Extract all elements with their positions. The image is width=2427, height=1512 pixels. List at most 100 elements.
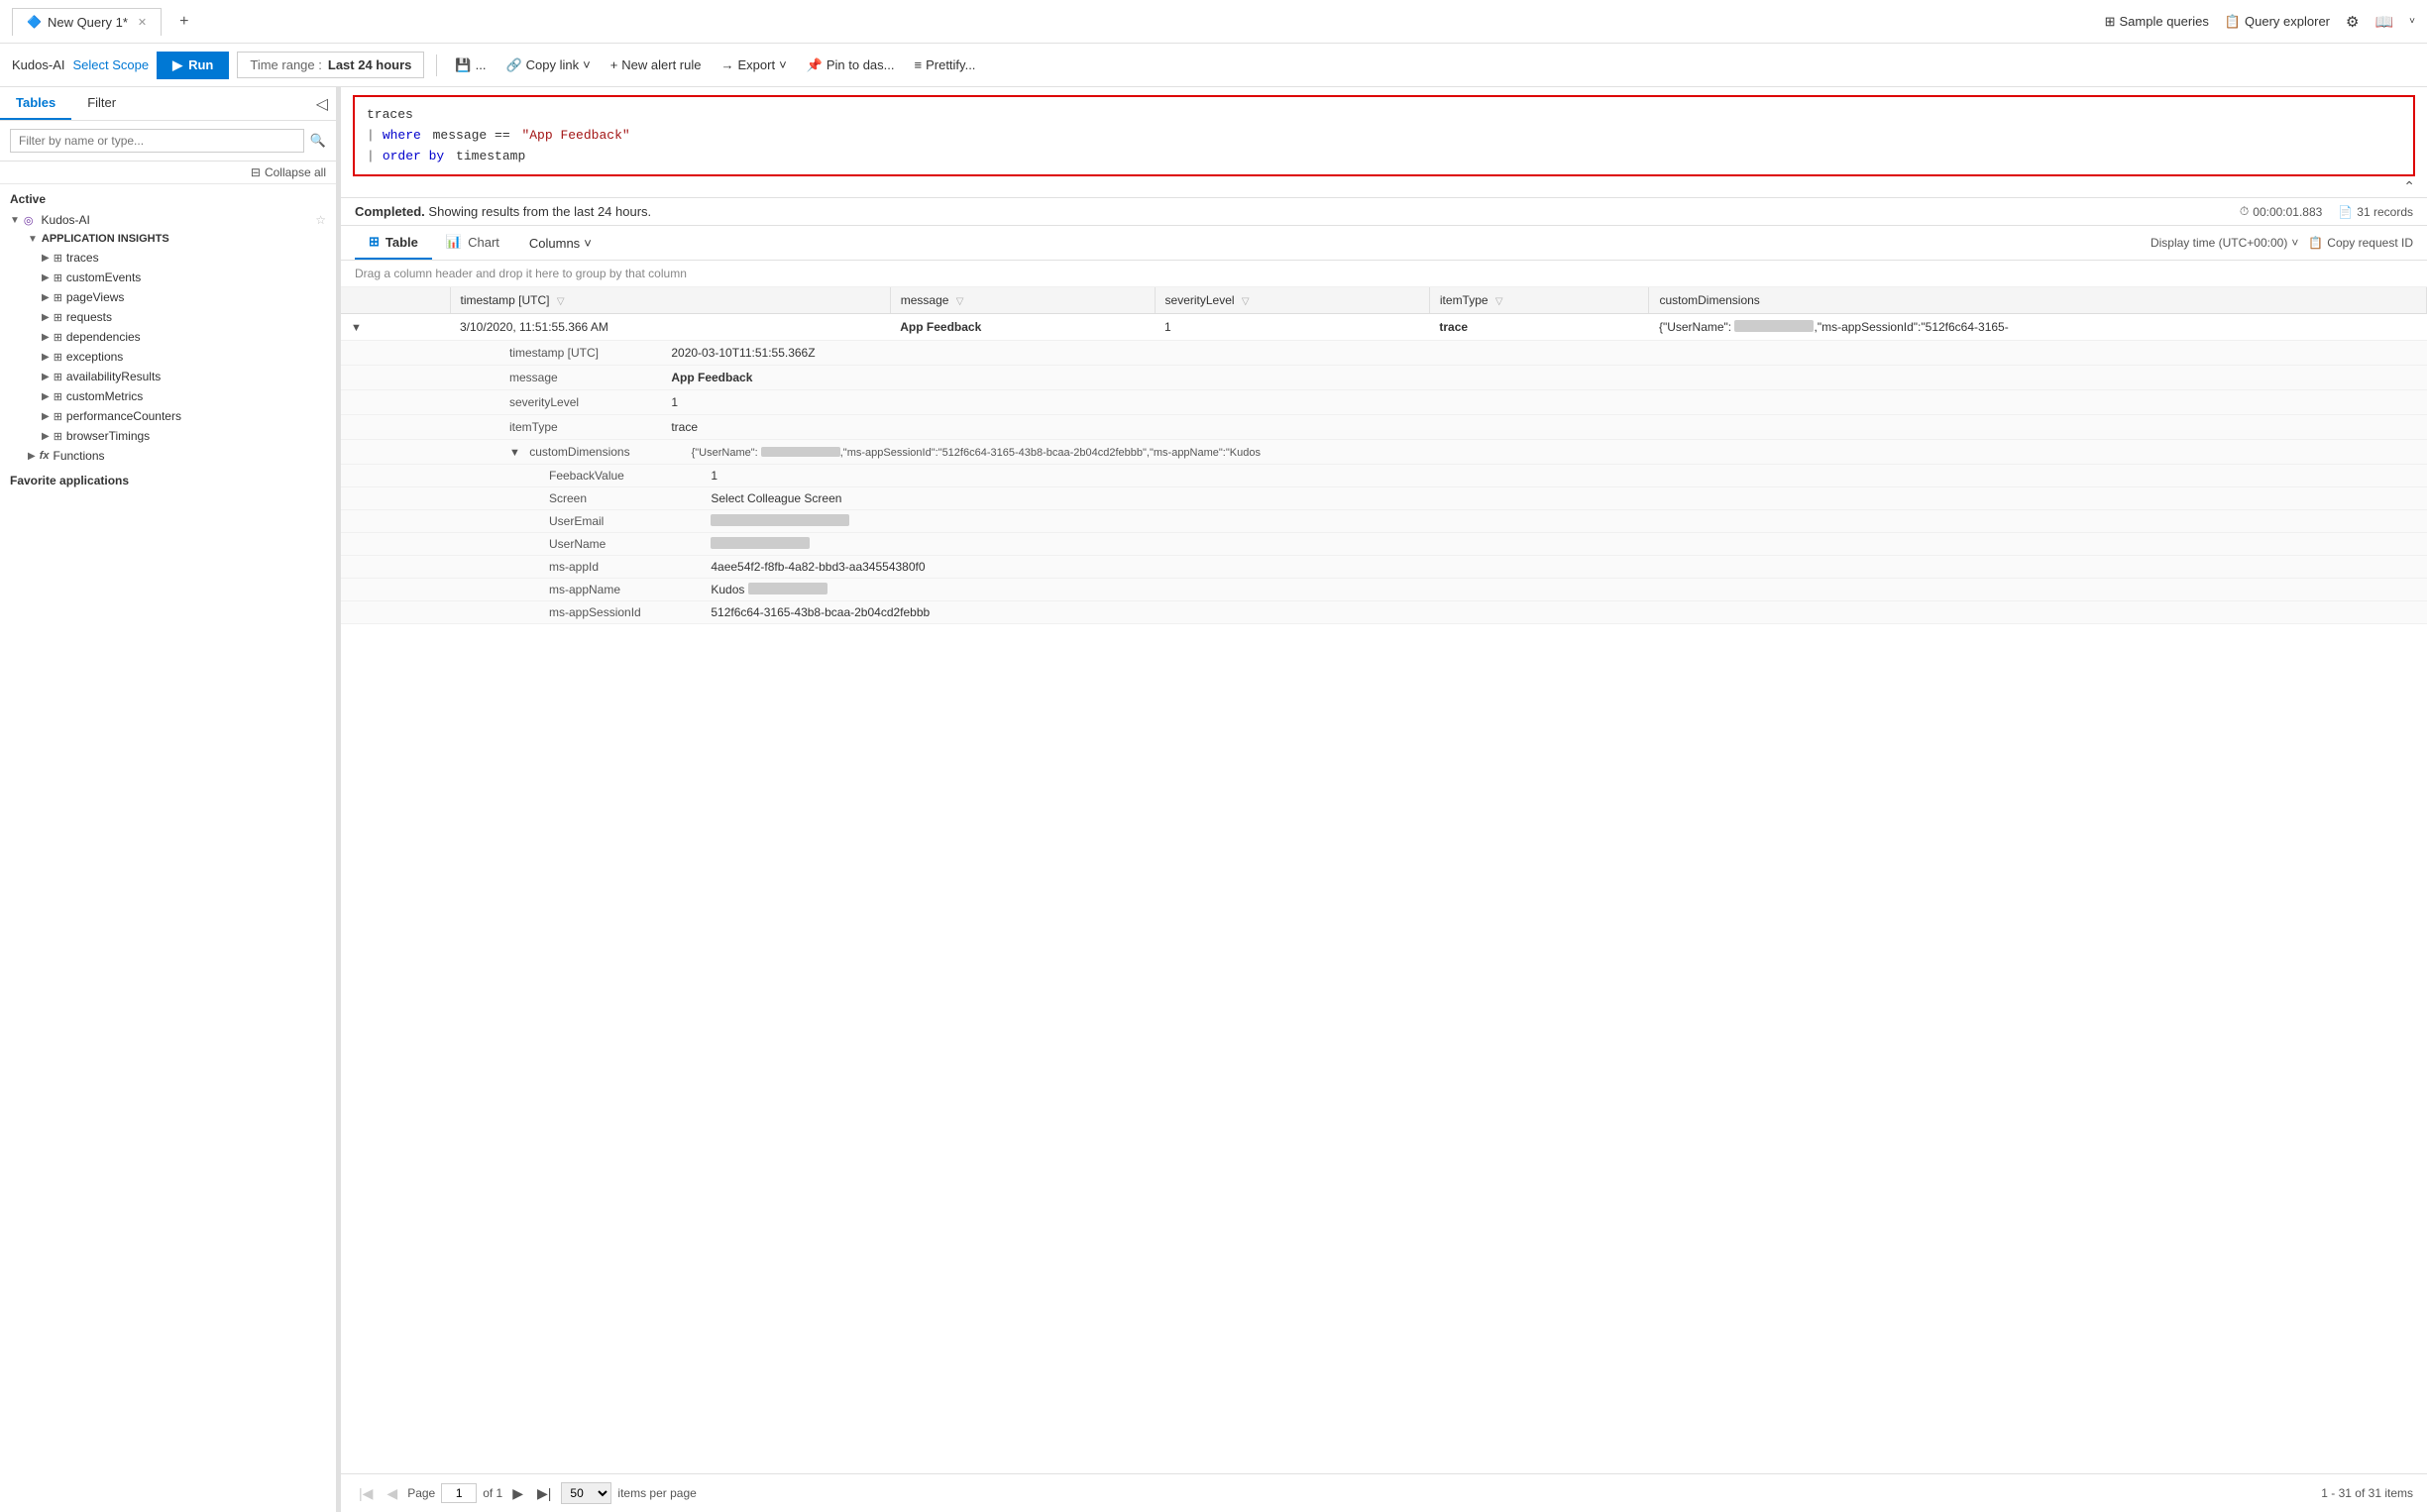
items-per-page-select[interactable]: 50 100 200 — [561, 1482, 611, 1504]
settings-button[interactable]: ⚙ — [2346, 13, 2359, 31]
more-options-button[interactable]: ˅ — [2409, 16, 2415, 27]
tab-table[interactable]: ⊞ Table — [355, 226, 432, 260]
top-bar: 🔷 New Query 1* ✕ + ⊞ Sample queries 📋 Qu… — [0, 0, 2427, 44]
dependencies-arrow-icon: ▶ — [42, 332, 50, 343]
columns-label: Columns — [529, 236, 580, 251]
search-icon: 🔍 — [310, 133, 326, 149]
query-editor[interactable]: traces | where message == "App Feedback"… — [353, 95, 2415, 176]
tab-tables[interactable]: Tables — [0, 87, 71, 120]
exceptions-label: exceptions — [66, 350, 123, 364]
row-expand-icon[interactable]: ▼ — [351, 322, 362, 334]
expand-arrow-icon: ▼ — [10, 215, 20, 226]
th-expand — [341, 287, 450, 314]
customevents-arrow-icon: ▶ — [42, 272, 50, 283]
table-icon-7: ⊞ — [54, 371, 62, 383]
star-icon[interactable]: ☆ — [315, 213, 326, 227]
message-filter-icon[interactable]: ▽ — [956, 296, 964, 307]
sub-value-feedbackvalue: 1 — [711, 469, 717, 483]
timestamp-filter-icon[interactable]: ▽ — [557, 296, 565, 307]
custommetrics-label: customMetrics — [66, 389, 143, 403]
sidebar-item-browsertimings[interactable]: ▶ ⊞ browserTimings — [0, 426, 336, 446]
detail-label-message: message — [509, 371, 668, 384]
th-message: message ▽ — [890, 287, 1155, 314]
sidebar-item-traces[interactable]: ▶ ⊞ traces — [0, 248, 336, 268]
save-button[interactable]: 💾 ... — [449, 54, 492, 77]
th-timestamp: timestamp [UTC] ▽ — [450, 287, 890, 314]
customevents-label: customEvents — [66, 270, 141, 284]
sidebar-item-kudos-ai[interactable]: ▼ ◎ Kudos-AI ☆ — [0, 210, 336, 230]
where-keyword: where — [383, 126, 421, 147]
collapse-all-bar[interactable]: ⊟ Collapse all — [0, 162, 336, 184]
sidebar-item-custommetrics[interactable]: ▶ ⊞ customMetrics — [0, 386, 336, 406]
sidebar-item-functions[interactable]: ▶ fx Functions — [0, 446, 336, 466]
first-page-button[interactable]: |◀ — [355, 1483, 377, 1504]
sub-row-msappid: ms-appId 4aee54f2-f8fb-4a82-bbd3-aa34554… — [341, 556, 2427, 579]
time-range-button[interactable]: Time range : Last 24 hours — [237, 52, 424, 78]
sidebar-item-requests[interactable]: ▶ ⊞ requests — [0, 307, 336, 327]
sidebar-item-customevents[interactable]: ▶ ⊞ customEvents — [0, 268, 336, 287]
query-collapse-button[interactable]: ⌃ — [2403, 178, 2415, 195]
chart-tab-icon: 📊 — [446, 234, 462, 250]
sidebar-item-performancecounters[interactable]: ▶ ⊞ performanceCounters — [0, 406, 336, 426]
sub-value-msappid: 4aee54f2-f8fb-4a82-bbd3-aa34554380f0 — [711, 560, 925, 574]
export-button[interactable]: → Export ˅ — [715, 54, 792, 76]
tab-chart[interactable]: 📊 Chart — [432, 226, 513, 260]
sidebar-item-pageviews[interactable]: ▶ ⊞ pageViews — [0, 287, 336, 307]
sidebar-item-exceptions[interactable]: ▶ ⊞ exceptions — [0, 347, 336, 367]
section-active: Active — [0, 184, 336, 210]
sub-label-feedbackvalue: FeebackValue — [549, 469, 708, 483]
prettify-button[interactable]: ≡ Prettify... — [909, 54, 982, 76]
add-tab-button[interactable]: + — [169, 7, 198, 37]
filter-input[interactable] — [10, 129, 304, 153]
display-time-button[interactable]: Display time (UTC+00:00) ˅ — [2151, 236, 2298, 250]
items-per-page-label: items per page — [617, 1486, 696, 1500]
docs-button[interactable]: 📖 — [2374, 13, 2393, 31]
explorer-icon: 📋 — [2225, 14, 2241, 30]
tab-filter[interactable]: Filter — [71, 87, 132, 120]
pin-icon: 📌 — [807, 57, 823, 73]
dependencies-label: dependencies — [66, 330, 141, 344]
run-button[interactable]: ▶ Run — [157, 52, 229, 79]
query-tab[interactable]: 🔷 New Query 1* ✕ — [12, 8, 162, 36]
pageviews-label: pageViews — [66, 290, 125, 304]
sidebar-item-app-insights[interactable]: ▼ APPLICATION INSIGHTS — [0, 230, 336, 248]
results-table-wrap: Drag a column header and drop it here to… — [341, 261, 2427, 1473]
duration-meta: ⏱ 00:00:01.883 — [2240, 204, 2322, 219]
pin-to-dashboard-button[interactable]: 📌 Pin to das... — [801, 54, 901, 77]
detail-row-severity: severityLevel 1 — [341, 390, 2427, 415]
itemtype-filter-icon[interactable]: ▽ — [1495, 296, 1503, 307]
custom-dim-expand-icon[interactable]: ▼ — [509, 447, 520, 459]
prev-page-button[interactable]: ◀ — [383, 1483, 401, 1504]
row-expand-cell[interactable]: ▼ — [341, 314, 450, 341]
severity-filter-icon[interactable]: ▽ — [1242, 296, 1250, 307]
row-timestamp: 3/10/2020, 11:51:55.366 AM — [450, 314, 890, 341]
sample-queries-button[interactable]: ⊞ Sample queries — [2105, 14, 2209, 30]
sidebar-collapse-icon[interactable]: ◁ — [316, 94, 328, 114]
clock-icon: ⏱ — [2240, 204, 2249, 219]
exceptions-arrow-icon: ▶ — [42, 352, 50, 363]
next-page-button[interactable]: ▶ — [508, 1483, 527, 1504]
copy-icon: 📋 — [2308, 236, 2323, 250]
sidebar-item-availabilityresults[interactable]: ▶ ⊞ availabilityResults — [0, 367, 336, 386]
query-explorer-button[interactable]: 📋 Query explorer — [2225, 14, 2330, 30]
content-area: traces | where message == "App Feedback"… — [341, 87, 2427, 1512]
select-scope-button[interactable]: Select Scope — [72, 57, 149, 72]
main-layout: Tables Filter ◁ 🔍 ⊟ Collapse all Active … — [0, 87, 2427, 1512]
fx-icon: fx — [40, 450, 50, 462]
th-itemtype: itemType ▽ — [1429, 287, 1649, 314]
new-alert-rule-button[interactable]: + New alert rule — [605, 54, 708, 76]
sidebar-item-dependencies[interactable]: ▶ ⊞ dependencies — [0, 327, 336, 347]
detail-row-customdimensions: ▼ customDimensions {"UserName": ,"ms-app… — [341, 440, 2427, 465]
drag-hint: Drag a column header and drop it here to… — [341, 261, 2427, 287]
close-tab-icon[interactable]: ✕ — [138, 16, 147, 29]
sub-label-msappsessionid: ms-appSessionId — [549, 605, 708, 619]
copy-request-id-button[interactable]: 📋 Copy request ID — [2308, 236, 2413, 250]
pageviews-arrow-icon: ▶ — [42, 292, 50, 303]
sub-value-msappsessionid: 512f6c64-3165-43b8-bcaa-2b04cd2febbb — [711, 605, 930, 619]
page-number-input[interactable] — [441, 1483, 477, 1503]
table-body: ▼ 3/10/2020, 11:51:55.366 AM App Feedbac… — [341, 314, 2427, 624]
copy-link-button[interactable]: 🔗 Copy link ˅ — [499, 54, 596, 77]
columns-button[interactable]: Columns ˅ — [523, 232, 598, 255]
last-page-button[interactable]: ▶| — [533, 1483, 555, 1504]
app-name: Kudos-AI — [12, 57, 64, 72]
